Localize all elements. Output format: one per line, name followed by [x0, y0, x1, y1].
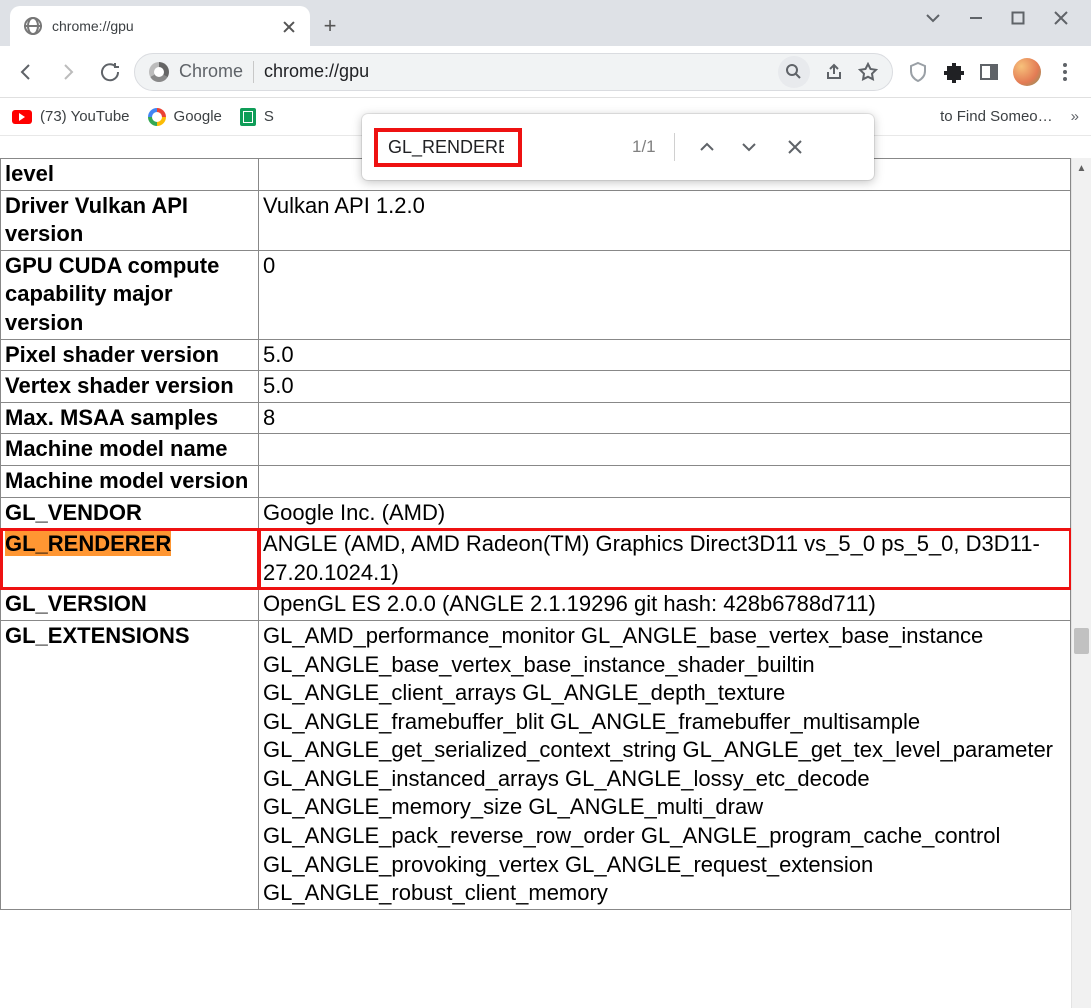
- search-page-icon[interactable]: [778, 56, 810, 88]
- table-key: Machine model version: [1, 465, 259, 497]
- table-row: Pixel shader version 5.0: [1, 339, 1071, 371]
- table-row-highlighted: GL_RENDERER ANGLE (AMD, AMD Radeon(TM) G…: [1, 529, 1071, 589]
- bookmark-google[interactable]: Google: [148, 108, 222, 126]
- gpu-info-table: level Driver Vulkan API version Vulkan A…: [0, 158, 1071, 910]
- bookmark-label: S: [264, 108, 274, 125]
- tab-active[interactable]: chrome://gpu: [10, 6, 310, 46]
- find-input[interactable]: [386, 136, 506, 159]
- find-close-button[interactable]: [781, 138, 809, 156]
- reload-button[interactable]: [92, 54, 128, 90]
- vertical-scrollbar[interactable]: ▲: [1071, 158, 1091, 1008]
- bookmark-truncated[interactable]: to Find Someo…: [940, 108, 1053, 125]
- google-icon: [148, 108, 166, 126]
- table-key: Vertex shader version: [1, 371, 259, 403]
- table-value: GL_AMD_performance_monitor GL_ANGLE_base…: [259, 620, 1071, 909]
- bookmark-youtube[interactable]: (73) YouTube: [12, 108, 130, 125]
- close-window-icon[interactable]: [1053, 10, 1069, 26]
- table-key: GL_VENDOR: [1, 497, 259, 529]
- table-key: GPU CUDA compute capability major versio…: [1, 250, 259, 339]
- table-value: [259, 434, 1071, 466]
- table-key: Driver Vulkan API version: [1, 190, 259, 250]
- new-tab-button[interactable]: +: [310, 6, 350, 46]
- table-key: Max. MSAA samples: [1, 402, 259, 434]
- table-value: ANGLE (AMD, AMD Radeon(TM) Graphics Dire…: [259, 529, 1071, 589]
- table-key: level: [1, 159, 259, 191]
- find-separator: [674, 133, 675, 161]
- omnibox-prefix: Chrome: [179, 61, 243, 82]
- forward-button[interactable]: [50, 54, 86, 90]
- table-row: GL_VENDOR Google Inc. (AMD): [1, 497, 1071, 529]
- table-value: Google Inc. (AMD): [259, 497, 1071, 529]
- omnibox[interactable]: Chrome chrome://gpu: [134, 53, 893, 91]
- tab-title: chrome://gpu: [52, 18, 134, 34]
- find-result-count: 1/1: [632, 137, 656, 157]
- page-content: level Driver Vulkan API version Vulkan A…: [0, 158, 1071, 1008]
- table-value: 5.0: [259, 339, 1071, 371]
- omnibox-url: chrome://gpu: [264, 61, 369, 82]
- find-next-button[interactable]: [735, 138, 763, 156]
- extensions-icon[interactable]: [943, 61, 965, 83]
- share-icon[interactable]: [824, 62, 844, 82]
- table-value: [259, 465, 1071, 497]
- profile-avatar[interactable]: [1013, 58, 1041, 86]
- youtube-icon: [12, 110, 32, 124]
- find-input-highlight: [374, 128, 522, 167]
- table-row: GL_EXTENSIONS GL_AMD_performance_monitor…: [1, 620, 1071, 909]
- window-controls: [925, 0, 1091, 26]
- omnibox-separator: [253, 61, 254, 83]
- table-key: Pixel shader version: [1, 339, 259, 371]
- tab-close-icon[interactable]: [282, 19, 296, 33]
- back-button[interactable]: [8, 54, 44, 90]
- bookmark-label: to Find Someo…: [940, 108, 1053, 125]
- table-row: Machine model version: [1, 465, 1071, 497]
- maximize-icon[interactable]: [1011, 11, 1025, 25]
- sheets-icon: [240, 108, 256, 126]
- table-key: Machine model name: [1, 434, 259, 466]
- find-prev-button[interactable]: [693, 138, 721, 156]
- chevron-down-icon[interactable]: [925, 10, 941, 26]
- bookmark-sheets[interactable]: S: [240, 108, 274, 126]
- table-row: Max. MSAA samples 8: [1, 402, 1071, 434]
- table-value: Vulkan API 1.2.0: [259, 190, 1071, 250]
- table-row: Driver Vulkan API version Vulkan API 1.2…: [1, 190, 1071, 250]
- chrome-icon: [149, 62, 169, 82]
- scroll-thumb[interactable]: [1074, 628, 1089, 654]
- table-key: GL_EXTENSIONS: [1, 620, 259, 909]
- bookmark-label: Google: [174, 108, 222, 125]
- bookmarks-overflow-icon[interactable]: »: [1071, 108, 1079, 125]
- bookmark-label: (73) YouTube: [40, 108, 130, 125]
- table-row: Machine model name: [1, 434, 1071, 466]
- menu-button[interactable]: [1055, 63, 1075, 81]
- extension-icons: [899, 58, 1083, 86]
- shield-icon[interactable]: [907, 61, 929, 83]
- table-value: 8: [259, 402, 1071, 434]
- table-row: Vertex shader version 5.0: [1, 371, 1071, 403]
- find-match-highlight: GL_RENDERER: [5, 531, 171, 556]
- minimize-icon[interactable]: [969, 11, 983, 25]
- table-value: OpenGL ES 2.0.0 (ANGLE 2.1.19296 git has…: [259, 589, 1071, 621]
- table-row: GL_VERSION OpenGL ES 2.0.0 (ANGLE 2.1.19…: [1, 589, 1071, 621]
- scroll-up-icon[interactable]: ▲: [1072, 158, 1091, 178]
- table-key: GL_RENDERER: [1, 529, 259, 589]
- toolbar: Chrome chrome://gpu: [0, 46, 1091, 98]
- star-icon[interactable]: [858, 62, 878, 82]
- table-value: 5.0: [259, 371, 1071, 403]
- table-key: GL_VERSION: [1, 589, 259, 621]
- table-value: 0: [259, 250, 1071, 339]
- globe-icon: [24, 17, 42, 35]
- find-in-page: 1/1: [362, 114, 874, 180]
- table-row: GPU CUDA compute capability major versio…: [1, 250, 1071, 339]
- sidepanel-icon[interactable]: [979, 62, 999, 82]
